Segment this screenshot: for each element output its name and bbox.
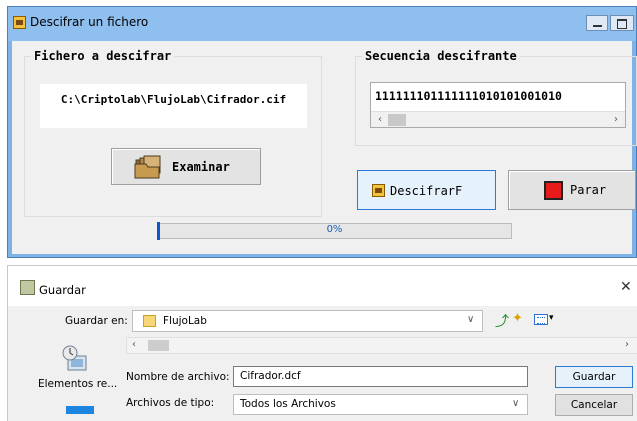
save-button[interactable]: Guardar: [555, 366, 633, 388]
file-path-display: C:\Criptolab\FlujoLab\Cifrador.cif: [40, 84, 307, 128]
filetype-value: Todos los Archivos: [240, 398, 336, 410]
chevron-down-icon[interactable]: ∨: [467, 314, 474, 325]
maximize-button[interactable]: [610, 15, 634, 31]
up-folder-icon[interactable]: ⤴: [495, 311, 509, 331]
decrypt-button[interactable]: DescifrarF: [357, 170, 496, 210]
cancel-button[interactable]: Cancelar: [555, 394, 633, 416]
app-icon: [372, 184, 385, 197]
save-dialog: Guardar ✕ Guardar en: FlujoLab ∨ ⤴ ✦ ▾ E…: [7, 265, 637, 421]
scroll-left-icon[interactable]: ‹: [373, 113, 387, 127]
file-list-scrollbar[interactable]: ‹ ›: [126, 337, 637, 354]
filetype-select[interactable]: Todos los Archivos ∨: [233, 394, 528, 415]
file-path-text: C:\Criptolab\FlujoLab\Cifrador.cif: [60, 93, 287, 106]
decrypt-label: DescifrarF: [390, 184, 463, 198]
look-in-label: Guardar en:: [65, 315, 128, 327]
desktop-icon[interactable]: [66, 406, 94, 414]
save-dialog-title-bar[interactable]: Guardar ✕: [8, 266, 637, 306]
progress-text: 0%: [326, 224, 343, 235]
window-client-area: Fichero a descifrar C:\Criptolab\FlujoLa…: [12, 41, 637, 254]
folder-files-icon: [134, 155, 161, 179]
scroll-thumb[interactable]: [388, 114, 406, 126]
save-dialog-icon: [20, 280, 35, 295]
chevron-down-icon[interactable]: ∨: [512, 398, 519, 409]
folder-icon: [143, 315, 156, 327]
minimize-button[interactable]: [586, 15, 608, 31]
close-icon[interactable]: ✕: [620, 279, 632, 295]
app-icon: [13, 16, 26, 29]
sequence-group: Secuencia descifrante 111111101111111010…: [355, 49, 637, 146]
sequence-scrollbar[interactable]: ‹ ›: [371, 111, 625, 127]
scroll-right-icon[interactable]: ›: [609, 113, 623, 127]
filename-label: Nombre de archivo:: [126, 371, 230, 383]
recent-items-label[interactable]: Elementos re...: [38, 378, 117, 390]
window-title: Descifrar un fichero: [30, 15, 149, 29]
file-group: Fichero a descifrar C:\Criptolab\FlujoLa…: [24, 49, 322, 217]
save-dialog-title: Guardar: [39, 283, 86, 297]
sequence-group-title: Secuencia descifrante: [362, 49, 520, 63]
new-folder-icon[interactable]: ✦: [512, 311, 523, 326]
sequence-value: 111111101111111010101001010: [375, 89, 562, 103]
scroll-right-icon[interactable]: ›: [625, 339, 629, 350]
look-in-combo[interactable]: FlujoLab ∨: [132, 310, 483, 332]
file-group-title: Fichero a descifrar: [31, 49, 175, 63]
title-bar[interactable]: Descifrar un fichero: [8, 7, 636, 41]
look-in-value: FlujoLab: [163, 315, 207, 327]
filetype-label: Archivos de tipo:: [126, 397, 215, 409]
stop-icon: [544, 181, 563, 200]
filename-input[interactable]: Cifrador.dcf: [233, 366, 528, 387]
descifrar-window: Descifrar un fichero Fichero a descifrar…: [7, 6, 637, 258]
browse-button[interactable]: Examinar: [111, 148, 261, 185]
sequence-field[interactable]: 111111101111111010101001010 ‹ ›: [370, 82, 626, 128]
stop-button[interactable]: Parar: [508, 170, 636, 210]
browse-label: Examinar: [172, 160, 230, 174]
view-menu-icon[interactable]: [534, 314, 548, 325]
filename-value: Cifrador.dcf: [240, 370, 301, 382]
scroll-thumb[interactable]: [148, 340, 169, 351]
view-dropdown-icon[interactable]: ▾: [549, 313, 554, 323]
scroll-left-icon[interactable]: ‹: [132, 339, 136, 350]
recent-items-icon[interactable]: [60, 344, 90, 376]
stop-label: Parar: [570, 183, 607, 197]
